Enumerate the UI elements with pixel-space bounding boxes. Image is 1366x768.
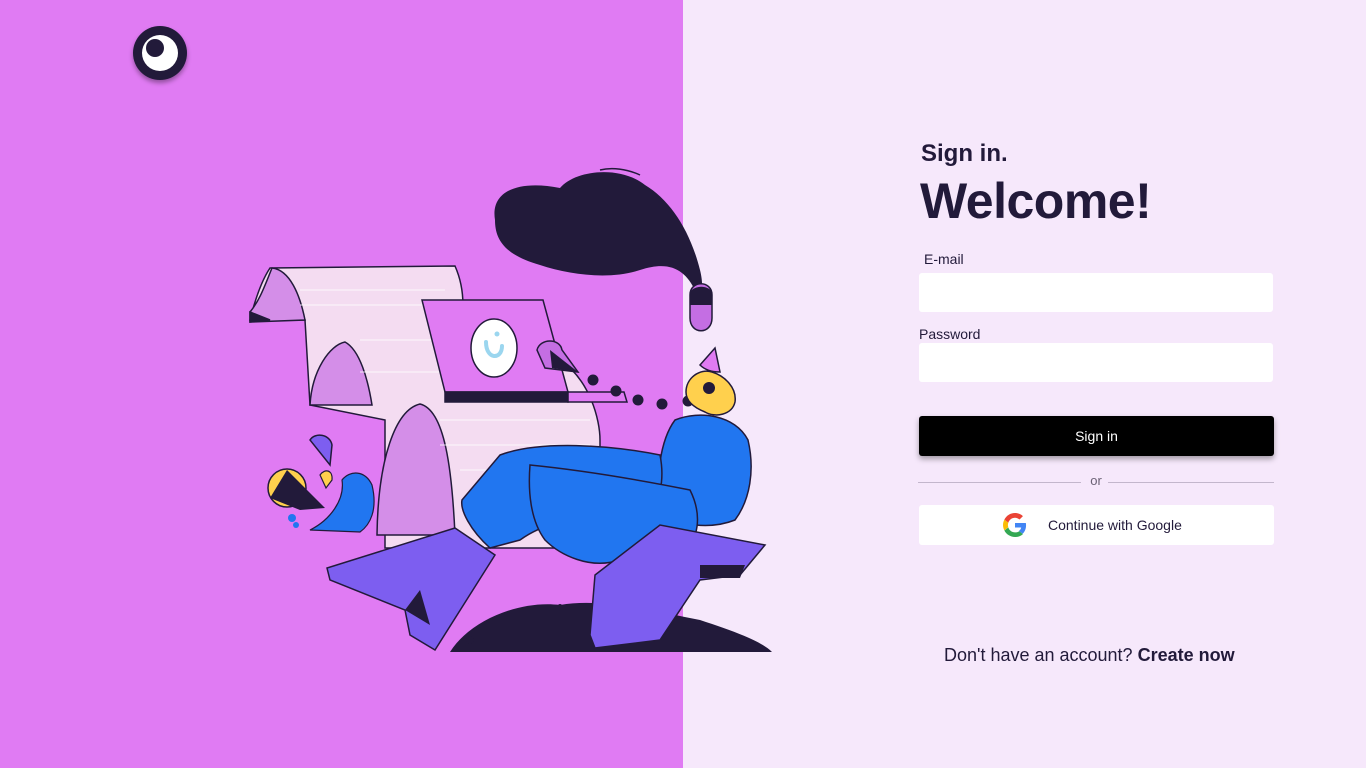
or-divider: or — [918, 473, 1274, 491]
continue-with-google-button[interactable]: Continue with Google — [919, 505, 1274, 545]
divider-text: or — [1090, 473, 1102, 488]
create-account-link[interactable]: Create now — [1138, 645, 1235, 665]
email-label: E-mail — [924, 251, 964, 267]
signin-button[interactable]: Sign in — [919, 416, 1274, 456]
password-field[interactable] — [919, 343, 1273, 382]
password-label: Password — [919, 326, 981, 342]
signin-subtitle: Sign in. — [921, 140, 1008, 167]
welcome-title: Welcome! — [920, 173, 1152, 229]
google-button-label: Continue with Google — [1048, 517, 1182, 533]
eye-moon-logo-icon[interactable] — [133, 26, 187, 80]
signup-prompt: Don't have an account? Create now — [944, 645, 1235, 666]
logo-icon — [142, 35, 178, 71]
divider-line-right — [1108, 482, 1274, 483]
illustration-panel — [0, 0, 683, 768]
signup-prompt-text: Don't have an account? — [944, 645, 1133, 665]
email-field[interactable] — [919, 273, 1273, 312]
google-g-icon — [1003, 513, 1027, 537]
